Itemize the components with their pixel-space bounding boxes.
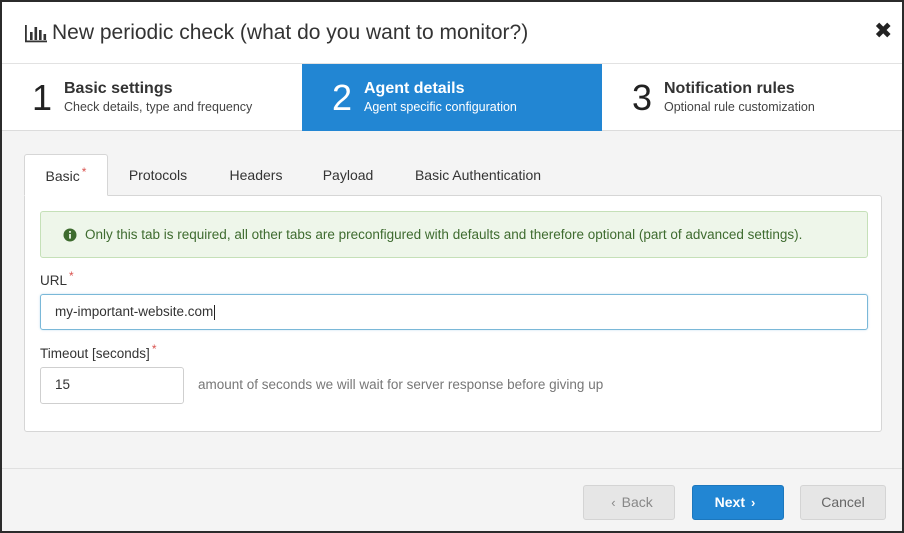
tab-basic-authentication[interactable]: Basic Authentication [402,154,554,196]
alert-message: Only this tab is required, all other tab… [85,227,803,242]
step-title: Agent details [364,80,465,97]
tab-protocols[interactable]: Protocols [116,154,200,196]
step-title: Basic settings [64,80,173,97]
tab-basic[interactable]: Basic * [24,154,108,196]
close-icon[interactable]: ✖ [874,20,892,42]
required-marker: * [151,342,157,356]
chevron-left-icon: ‹ [611,495,616,510]
wizard-step-notification-rules[interactable]: 3 Notification rules Optional rule custo… [602,64,902,131]
wizard-step-agent-details[interactable]: 2 Agent details Agent specific configura… [302,64,602,131]
bar-chart-icon [25,25,47,43]
tab-label: Basic [45,168,80,184]
step-number: 3 [632,77,653,118]
tab-bar: Basic * Protocols Headers Payload Basic A… [24,154,882,196]
step-subtitle: Optional rule customization [664,100,815,114]
next-button[interactable]: Next › [692,485,784,520]
dialog-header: New periodic check (what do you want to … [2,2,902,64]
cancel-button[interactable]: Cancel [800,485,886,520]
new-check-dialog: New periodic check (what do you want to … [0,0,904,533]
wizard-steps: 1 Basic settings Check details, type and… [2,64,902,131]
info-alert: Only this tab is required, all other tab… [40,211,868,258]
step-subtitle: Check details, type and frequency [64,100,253,114]
url-input[interactable]: my-important-website.com [40,294,868,330]
tab-headers[interactable]: Headers [214,154,298,196]
timeout-input[interactable]: 15 [40,367,184,404]
dialog-title: New periodic check (what do you want to … [52,21,529,44]
tab-panel-basic: Only this tab is required, all other tab… [24,195,882,432]
url-label: URL * [40,269,74,288]
chevron-right-icon: › [751,495,756,510]
info-circle-icon [63,228,77,242]
back-button[interactable]: ‹ Back [583,485,675,520]
step-number: 1 [32,77,53,118]
wizard-step-basic-settings[interactable]: 1 Basic settings Check details, type and… [2,64,302,131]
text-caret [214,304,216,320]
step-subtitle: Agent specific configuration [364,100,517,114]
timeout-help-text: amount of seconds we will wait for serve… [198,377,604,392]
required-marker: * [69,269,74,283]
required-marker: * [81,165,87,179]
step-number: 2 [332,77,353,118]
timeout-label: Timeout [seconds] * [40,342,157,361]
step-title: Notification rules [664,80,795,97]
dialog-footer: ‹ Back Next › Cancel [2,468,902,531]
tab-payload[interactable]: Payload [308,154,388,196]
